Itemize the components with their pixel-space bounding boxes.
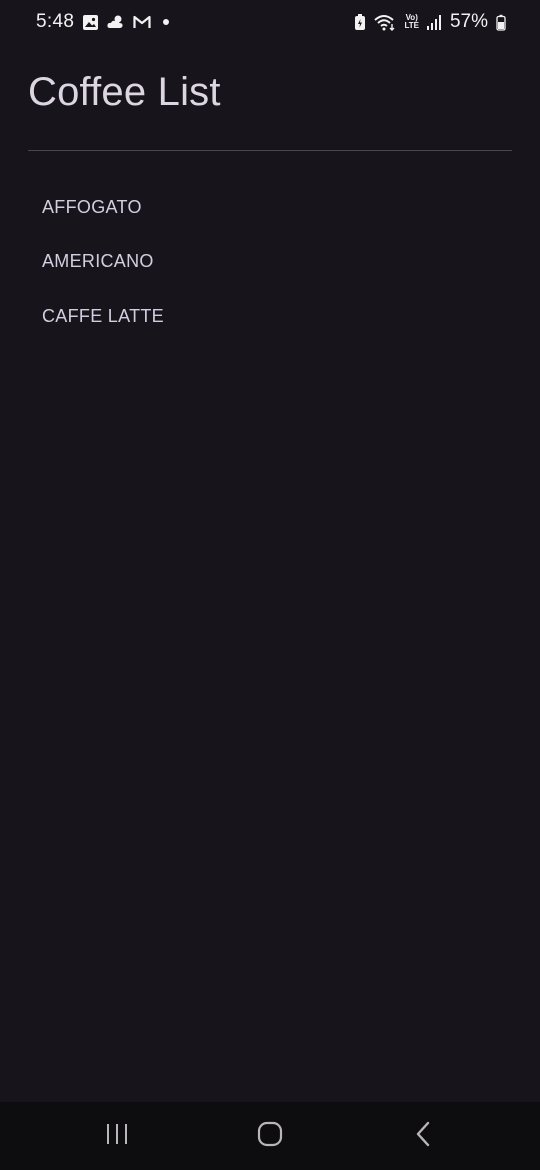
back-icon [415, 1121, 431, 1152]
gallery-icon [82, 14, 99, 31]
weather-icon [107, 14, 125, 30]
signal-icon [426, 14, 442, 30]
recent-apps-icon [105, 1123, 129, 1150]
status-right: Vo) LTE 57% [354, 11, 506, 33]
gmail-icon [133, 15, 151, 29]
status-left: 5:48 [36, 11, 170, 33]
volte-bottom-label: LTE [404, 21, 419, 30]
page-title: Coffee List [28, 70, 221, 114]
coffee-list: AFFOGATO AMERICANO CAFFE LATTE [0, 180, 540, 344]
header-divider [28, 150, 512, 151]
volte-icon: Vo) LTE [404, 14, 419, 30]
list-item[interactable]: CAFFE LATTE [0, 289, 540, 344]
recent-apps-button[interactable] [77, 1106, 157, 1166]
app-screen: 5:48 Vo) LTE 57% Coffee List AFFOGATO AM… [0, 0, 540, 1170]
home-button[interactable] [230, 1106, 310, 1166]
navigation-bar [0, 1102, 540, 1170]
status-time: 5:48 [36, 11, 75, 32]
wifi-icon [374, 14, 396, 31]
back-button[interactable] [383, 1106, 463, 1166]
battery-saver-icon [354, 13, 366, 31]
list-item[interactable]: AMERICANO [0, 235, 540, 290]
notification-dot [163, 19, 170, 25]
home-icon [257, 1121, 283, 1152]
list-item[interactable]: AFFOGATO [0, 180, 540, 235]
battery-percent: 57% [449, 11, 488, 32]
status-bar: 5:48 Vo) LTE 57% [0, 0, 540, 44]
battery-icon [496, 14, 506, 31]
